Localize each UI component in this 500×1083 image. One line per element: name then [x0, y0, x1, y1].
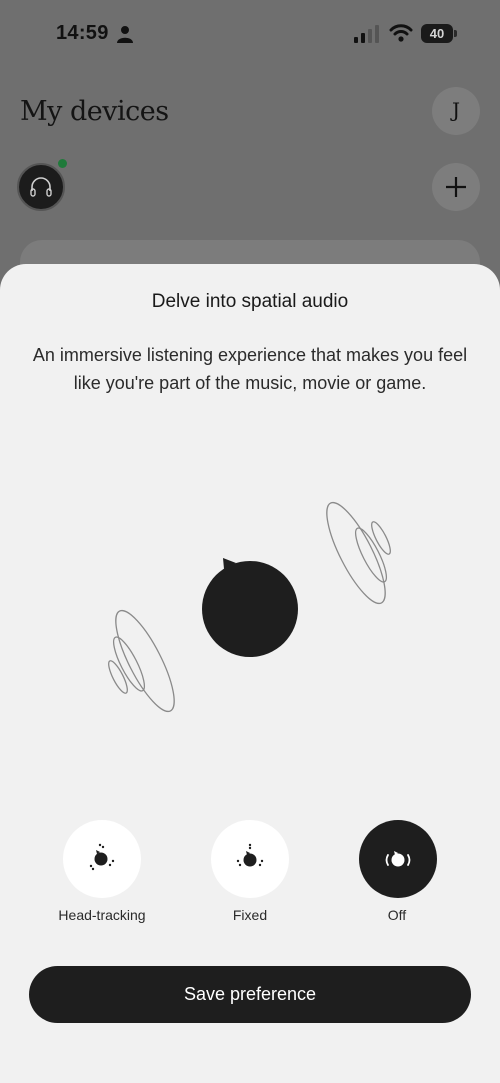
- status-time: 14:59: [56, 22, 109, 44]
- battery-icon: 40: [421, 24, 457, 44]
- signal-icon: [354, 25, 379, 43]
- online-status-dot: [58, 159, 67, 168]
- wifi-icon: [389, 24, 413, 42]
- person-icon: [117, 26, 133, 43]
- mode-fixed-button[interactable]: [211, 820, 289, 898]
- mode-off-button[interactable]: [359, 820, 437, 898]
- mode-off-label: Off: [387, 907, 407, 923]
- sheet-title: Delve into spatial audio: [151, 291, 349, 312]
- mode-head-tracking-label: Head-tracking: [58, 907, 146, 923]
- headphones-icon: [30, 177, 52, 197]
- mode-fixed-label: Fixed: [232, 907, 268, 923]
- battery-nub: [454, 30, 457, 37]
- spatial-audio-head-icon: [108, 501, 391, 713]
- plus-icon: [446, 177, 466, 197]
- page-title: My devices: [20, 96, 169, 127]
- device-avatar[interactable]: [17, 163, 65, 211]
- add-device-button[interactable]: [432, 163, 480, 211]
- spatial-off-icon: [385, 851, 411, 867]
- save-preference-button[interactable]: Save preference: [29, 966, 471, 1023]
- status-bar: 14:59 40: [0, 0, 500, 66]
- sheet-description: An immersive listening experience that m…: [32, 345, 468, 393]
- battery-level: 40: [421, 24, 453, 43]
- fixed-icon: [236, 843, 264, 867]
- head-tracking-icon: [89, 843, 115, 871]
- mode-head-tracking-button[interactable]: [63, 820, 141, 898]
- profile-button[interactable]: J: [432, 87, 480, 135]
